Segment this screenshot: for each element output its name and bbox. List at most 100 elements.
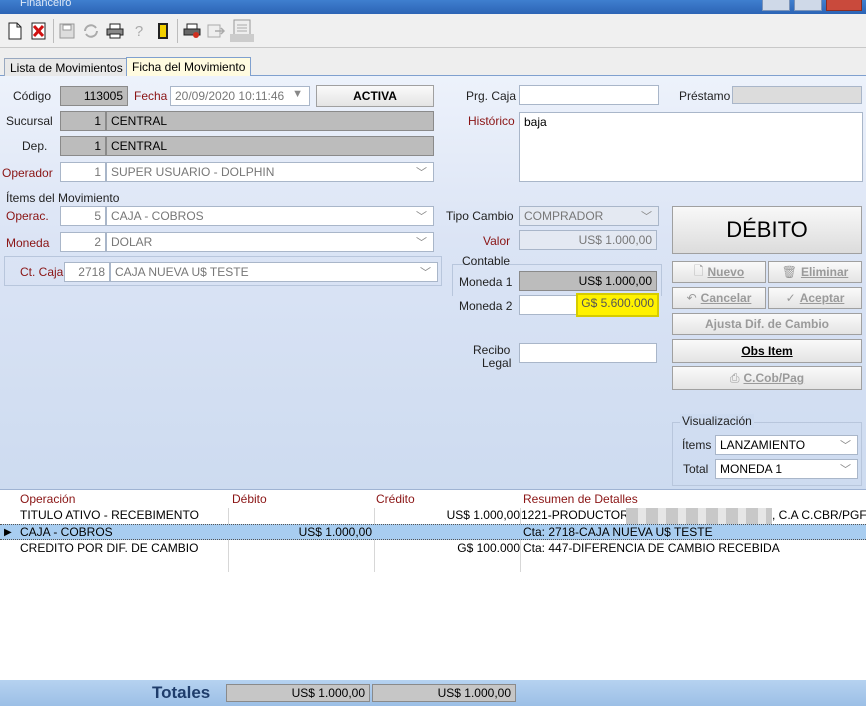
toolbar: ?	[0, 14, 866, 48]
chevron-down-icon: ﹀	[641, 211, 652, 223]
print-icon[interactable]	[104, 18, 126, 44]
moneda1-field: US$ 1.000,00	[519, 271, 657, 291]
movement-form: Código 113005 Fecha 20/09/2020 10:11:46 …	[0, 76, 866, 490]
chevron-down-icon: ﹀	[416, 237, 427, 249]
sucursal-name: CENTRAL	[106, 111, 434, 131]
tipo-cambio-value: COMPRADOR	[524, 209, 604, 223]
tab-strip: Lista de Movimientos Ficha del Movimient…	[0, 48, 866, 77]
chevron-down-icon: ﹀	[840, 440, 851, 452]
prg-caja-label: Prg. Caja	[466, 89, 517, 103]
ctcaja-num[interactable]: 2718	[64, 262, 110, 282]
sucursal-num: 1	[60, 111, 106, 131]
cell-resumen: Cta: 447-DIFERENCIA DE CAMBIO RECEBIDA	[523, 541, 780, 555]
codigo-field: 113005	[60, 86, 128, 106]
col-header-debito[interactable]: Débito	[232, 492, 267, 508]
print-preview-icon[interactable]	[181, 18, 203, 44]
nuevo-button[interactable]: 🗋 Nuevo	[672, 261, 766, 283]
cancelar-button[interactable]: ↶ Cancelar	[672, 287, 766, 309]
chevron-down-icon: ﹀	[416, 211, 427, 223]
operador-select[interactable]: SUPER USUARIO - DOLPHIN ﹀	[106, 162, 434, 182]
status-button: ACTIVA	[316, 85, 434, 107]
moneda-num[interactable]: 2	[60, 232, 106, 252]
col-header-operacion[interactable]: Operación	[20, 492, 75, 508]
chevron-down-icon: ﹀	[840, 464, 851, 476]
movement-items-grid: Operación Débito Crédito Resumen de Deta…	[0, 490, 866, 680]
table-row[interactable]: CREDITO POR DIF. DE CAMBIO G$ 100.000 Ct…	[0, 541, 866, 557]
codigo-label: Código	[13, 89, 52, 103]
cancelar-label: Cancelar	[700, 291, 752, 305]
fecha-label: Fecha	[134, 89, 168, 103]
dep-name: CENTRAL	[106, 136, 434, 156]
moneda2-field	[519, 295, 579, 315]
operador-name: SUPER USUARIO - DOLPHIN	[111, 165, 275, 179]
chevron-down-icon: ﹀	[416, 167, 427, 179]
exit-icon[interactable]	[152, 18, 174, 44]
items-section-label: Ítems del Movimiento	[6, 191, 120, 205]
new-document-icon[interactable]	[4, 18, 26, 44]
total-view-value: MONEDA 1	[720, 462, 783, 476]
valor-label: Valor	[483, 234, 511, 248]
accept-icon: ✓	[785, 291, 796, 305]
sucursal-label: Sucursal	[6, 114, 53, 128]
totals-label: Totales	[152, 683, 211, 702]
undo-icon: ↶	[686, 291, 697, 305]
cell-credito: G$ 100.000	[457, 541, 520, 555]
dep-label: Dep.	[22, 139, 48, 153]
valor-field: US$ 1.000,00	[519, 230, 657, 250]
col-header-resumen[interactable]: Resumen de Detalles	[523, 492, 638, 508]
operador-label: Operador	[2, 166, 53, 180]
table-row[interactable]: ▶ CAJA - COBROS US$ 1.000,00 Cta: 2718-C…	[0, 524, 866, 540]
visualizacion-label: Visualización	[680, 414, 754, 428]
prestamo-field	[732, 86, 862, 104]
refresh-icon[interactable]	[80, 18, 102, 44]
close-window-button[interactable]	[826, 0, 862, 11]
cell-debito	[228, 541, 372, 557]
trash-icon: 🗑	[781, 265, 797, 279]
operac-num[interactable]: 5	[60, 206, 106, 226]
obs-item-button[interactable]: Obs Item	[672, 339, 862, 363]
moneda-label: Moneda	[6, 236, 50, 250]
window-title: Financeiro	[20, 0, 72, 9]
eliminar-button[interactable]: 🗑 Eliminar	[768, 261, 862, 283]
ctcaja-select[interactable]: CAJA NUEVA U$ TESTE ﹀	[110, 262, 438, 282]
help-icon[interactable]: ?	[128, 18, 150, 44]
debito-button[interactable]: DÉBITO	[672, 206, 862, 254]
fecha-picker[interactable]: 20/09/2020 10:11:46 ▼	[170, 86, 310, 106]
moneda2-label: Moneda 2	[459, 299, 513, 313]
recibo-legal-field[interactable]	[519, 343, 657, 363]
chevron-down-icon: ﹀	[420, 267, 431, 279]
table-row[interactable]: TITULO ATIVO - RECEBIMENTO US$ 1.000,00 …	[0, 508, 866, 524]
prestamo-label: Préstamo	[679, 89, 731, 103]
cell-credito	[374, 525, 520, 541]
tab-ficha-movimiento[interactable]: Ficha del Movimiento	[126, 57, 252, 77]
cell-debito	[228, 508, 372, 524]
prg-caja-field[interactable]	[519, 85, 659, 105]
tipo-cambio-select[interactable]: COMPRADOR ﹀	[519, 206, 659, 226]
tab-lista-movimientos[interactable]: Lista de Movimientos	[4, 58, 129, 76]
aceptar-label: Aceptar	[799, 291, 845, 305]
cell-operacion: CREDITO POR DIF. DE CAMBIO	[20, 541, 199, 555]
total-debito: US$ 1.000,00	[226, 684, 370, 702]
maximize-button[interactable]	[794, 0, 822, 11]
ccob-pag-button[interactable]: ⎙ C.Cob/Pag	[672, 366, 862, 390]
moneda1-label: Moneda 1	[459, 275, 513, 289]
total-view-select[interactable]: MONEDA 1 ﹀	[715, 459, 858, 479]
col-header-credito[interactable]: Crédito	[376, 492, 415, 508]
minimize-button[interactable]	[762, 0, 790, 11]
recibo-label-1: Recibo	[473, 343, 511, 357]
json-icon[interactable]	[229, 18, 255, 44]
aceptar-button[interactable]: ✓ Aceptar	[768, 287, 862, 309]
moneda-select[interactable]: DOLAR ﹀	[106, 232, 434, 252]
delete-document-icon[interactable]	[28, 18, 50, 44]
historico-textarea[interactable]: baja	[519, 112, 863, 182]
items-view-select[interactable]: LANZAMIENTO ﹀	[715, 435, 858, 455]
operac-select[interactable]: CAJA - COBROS ﹀	[106, 206, 434, 226]
fecha-value: 20/09/2020 10:11:46	[175, 89, 285, 103]
export-icon[interactable]	[205, 18, 227, 44]
operador-num[interactable]: 1	[60, 162, 106, 182]
ajusta-dif-cambio-button[interactable]: Ajusta Dif. de Cambio	[672, 313, 862, 335]
contable-label: Contable	[462, 254, 511, 268]
save-icon[interactable]	[56, 18, 78, 44]
row-pointer-icon: ▶	[4, 527, 12, 538]
nuevo-label: Nuevo	[707, 265, 745, 279]
